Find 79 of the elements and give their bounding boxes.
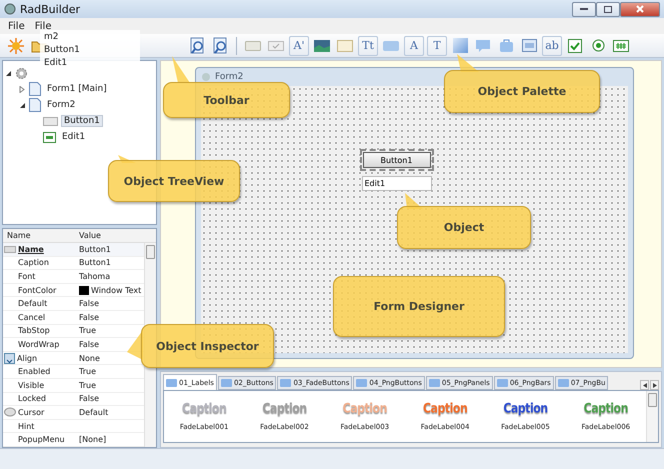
menu-item[interactable]: File (4, 20, 29, 32)
palette-glyph-button[interactable]: T (427, 36, 447, 56)
folder-tab-icon (558, 379, 569, 387)
tree-item[interactable]: Button1 (61, 115, 103, 127)
swatch-icon (79, 286, 89, 295)
gradient-square-icon[interactable] (452, 38, 468, 53)
left-arrow-icon (642, 382, 646, 388)
grid-panel-icon[interactable] (613, 40, 629, 52)
caption-sample[interactable]: Caption (503, 400, 548, 416)
column-header: Name (6, 231, 32, 240)
folder-tab-icon (280, 379, 292, 387)
minimize-icon (580, 8, 588, 10)
folder-tab-icon (496, 379, 508, 387)
button-shape-icon (43, 116, 58, 126)
callout-tooltip: Object (397, 206, 531, 249)
checkbox-shape-icon[interactable] (268, 40, 284, 50)
page-icon (29, 98, 41, 112)
minimize-button[interactable] (572, 2, 596, 16)
ghost-label: Button1 (44, 45, 80, 57)
palette-glyph-button[interactable]: ab (542, 36, 562, 56)
scroll-left-button[interactable] (640, 380, 649, 390)
callout-pointer-tooltip (170, 56, 192, 83)
collapse-arrow-icon[interactable] (5, 70, 12, 76)
window-shape-icon[interactable] (522, 39, 536, 52)
property-row[interactable]: Cursor Default (3, 406, 144, 420)
maximize-icon (604, 6, 612, 12)
property-row[interactable]: Font Tahoma (3, 270, 144, 284)
tree-item[interactable]: Form1 [Main] (44, 83, 110, 95)
mouse-icon (4, 407, 16, 418)
column-header: Value (78, 231, 102, 240)
landscape-image-icon[interactable] (314, 40, 330, 52)
close-icon (636, 5, 644, 13)
scroll-right-button[interactable] (650, 380, 659, 390)
maximize-button[interactable] (596, 2, 620, 16)
property-row[interactable]: Hint (3, 420, 144, 434)
folder-tab-icon (356, 379, 368, 387)
folder-tab-icon (166, 378, 177, 386)
tree-item[interactable]: Form2 (44, 99, 78, 111)
folder-tab-icon (220, 379, 232, 387)
key-tag-icon (4, 246, 16, 253)
property-row[interactable]: Default False (3, 297, 144, 311)
palette-glyph-button[interactable]: A' (289, 36, 309, 56)
property-row[interactable]: FontColor Window Text (3, 284, 144, 298)
menu-item[interactable]: File (30, 20, 56, 32)
property-row[interactable]: Visible True (3, 378, 144, 393)
ghost-label: m2 (44, 32, 58, 44)
checkmark-icon[interactable] (568, 38, 582, 52)
scrollbar[interactable] (646, 391, 658, 442)
page-icon (29, 82, 41, 96)
expand-arrow-icon[interactable] (19, 86, 26, 92)
magnifier-page-icon[interactable] (212, 36, 228, 54)
palette-glyph-button[interactable]: A (404, 36, 424, 56)
callout-tooltip: Object TreeView (108, 160, 240, 202)
right-arrow-icon (652, 382, 656, 388)
edit-field-icon (43, 132, 56, 142)
radio-dot-icon[interactable] (592, 39, 604, 52)
property-row[interactable]: Enabled True (3, 365, 144, 379)
palette-glyph-button[interactable]: Tt (358, 36, 378, 56)
tree-item[interactable]: Edit1 (59, 131, 88, 143)
gear-icon (15, 66, 28, 80)
property-row[interactable]: Locked False (3, 392, 144, 406)
align-window-icon (4, 352, 15, 364)
window-title: RadBuilder (20, 2, 80, 16)
property-row[interactable]: Name Button1 (3, 243, 144, 257)
sun-icon[interactable] (8, 38, 24, 54)
bag-icon[interactable] (498, 38, 514, 53)
property-row[interactable]: Cancel False (3, 310, 144, 325)
app-icon (4, 3, 16, 15)
input-field[interactable]: Edit1 (362, 176, 432, 191)
magnifier-page-icon[interactable] (189, 36, 205, 54)
folder-tab-icon (428, 379, 440, 387)
close-button[interactable] (620, 2, 660, 16)
property-row[interactable]: PopupMenu [None] (3, 433, 144, 447)
app-icon (201, 72, 211, 82)
callout-tooltip: Form Designer (333, 276, 505, 337)
property-row[interactable]: Caption Button1 (3, 256, 144, 270)
form-title: Form2 (215, 72, 244, 82)
collapse-arrow-icon[interactable] (19, 102, 26, 108)
ghost-label: Edit1 (44, 58, 68, 70)
